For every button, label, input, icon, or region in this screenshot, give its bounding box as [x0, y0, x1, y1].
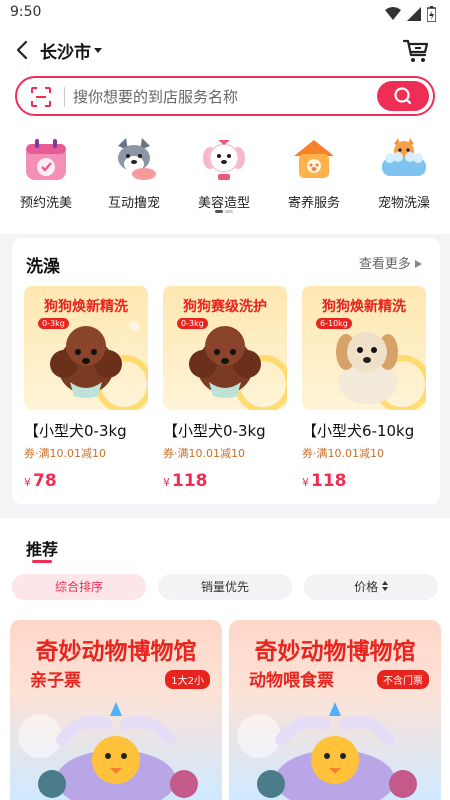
city-selector[interactable]: 长沙市 — [40, 38, 102, 63]
card-headline: 狗狗焕新精洗 — [44, 299, 128, 315]
title-underline — [32, 560, 52, 563]
sort-icon — [381, 581, 388, 591]
category-item-boarding[interactable]: 寄养服务 — [274, 136, 354, 211]
service-card[interactable]: 狗狗焕新精洗 6-10kg 【小型犬6-10kg 券·满10.01减10 ¥11… — [302, 286, 426, 491]
coupon-text: 券·满10.01减10 — [24, 447, 106, 460]
tab-price-label: 价格 — [354, 580, 379, 594]
caret-down-icon — [94, 47, 102, 53]
scan-icon[interactable] — [31, 87, 51, 107]
coupon-text: 券·满10.01减10 — [163, 447, 245, 460]
category-nav: 预约洗美 互动撸宠 美容造型 寄养服务 宠物洗澡 — [0, 124, 450, 234]
price: ¥78 — [24, 471, 57, 491]
category-label: 寄养服务 — [287, 196, 340, 211]
battery-icon — [427, 6, 436, 22]
service-image: 狗狗赛级洗护 0-3kg — [163, 286, 287, 410]
product-card[interactable]: 奇妙动物博物馆 动物喂食票 不含门票 — [229, 620, 441, 800]
service-card[interactable]: 狗狗焕新精洗 0-3kg 【小型犬0-3kg 券·满10.01减10 ¥78 — [24, 286, 148, 491]
see-more-link[interactable]: 查看更多 — [359, 253, 422, 272]
search-divider — [64, 87, 65, 107]
search-input[interactable]: 搜你想要的到店服务名称 — [73, 86, 238, 107]
search-icon — [394, 87, 412, 105]
service-image: 狗狗焕新精洗 0-3kg — [24, 286, 148, 410]
coupon-text: 券·满10.01减10 — [302, 447, 384, 460]
category-label: 预约洗美 — [19, 196, 72, 211]
triangle-right-icon — [415, 260, 422, 268]
product-badge: 不含门票 — [377, 670, 429, 689]
tab-sales[interactable]: 销量优先 — [158, 574, 292, 600]
wifi-icon — [385, 7, 401, 20]
category-label: 互动撸宠 — [107, 196, 160, 211]
bathtub-cat-icon — [382, 138, 426, 176]
category-item-interactive[interactable]: 互动撸宠 — [94, 136, 174, 211]
weight-tag: 6-10kg — [316, 318, 352, 329]
cart-icon[interactable] — [402, 36, 430, 64]
product-subtitle: 亲子票 — [30, 671, 81, 691]
back-arrow-icon[interactable] — [12, 38, 34, 62]
service-card[interactable]: 狗狗赛级洗护 0-3kg 【小型犬0-3kg 券·满10.01减10 ¥118 — [163, 286, 287, 491]
recommend-section: 推荐 综合排序 销量优先 价格 奇妙动物博物馆 亲子票 1大2小 奇妙动物博物馆… — [0, 518, 450, 800]
category-item-appointment[interactable]: 预约洗美 — [6, 136, 86, 211]
dog-hand-icon — [118, 138, 156, 180]
top-bar: 长沙市 — [0, 28, 450, 74]
category-label: 宠物洗澡 — [377, 196, 430, 211]
city-label: 长沙市 — [40, 43, 91, 63]
search-bar[interactable]: 搜你想要的到店服务名称 — [15, 76, 435, 116]
signal-icon — [407, 7, 421, 21]
category-item-grooming[interactable]: 美容造型 — [184, 136, 264, 211]
price: ¥118 — [163, 471, 208, 491]
card-headline: 狗狗赛级洗护 — [183, 299, 267, 315]
grooming-dog-icon — [203, 140, 245, 180]
tab-price[interactable]: 价格 — [304, 574, 438, 600]
product-title: 奇妙动物博物馆 — [35, 639, 197, 665]
status-time: 9:50 — [10, 4, 42, 20]
service-name: 【小型犬0-3kg — [24, 422, 127, 440]
product-badge: 1大2小 — [165, 670, 210, 689]
see-more-label: 查看更多 — [358, 257, 411, 272]
price: ¥118 — [302, 471, 347, 491]
category-label: 美容造型 — [197, 196, 250, 211]
wash-section: 洗澡 查看更多 狗狗焕新精洗 0-3kg 【小型犬0-3kg 券·满10.01减… — [12, 238, 440, 504]
status-bar: 9:50 — [0, 0, 450, 28]
product-subtitle: 动物喂食票 — [249, 671, 334, 691]
service-image: 狗狗焕新精洗 6-10kg — [302, 286, 426, 410]
card-headline: 狗狗焕新精洗 — [322, 299, 406, 315]
service-name: 【小型犬6-10kg — [302, 422, 415, 440]
section-title: 洗澡 — [26, 257, 60, 277]
weight-tag: 0-3kg — [38, 318, 69, 329]
search-area: 搜你想要的到店服务名称 — [0, 74, 450, 124]
calendar-icon — [26, 139, 66, 180]
service-name: 【小型犬0-3kg — [163, 422, 266, 440]
tab-overall[interactable]: 综合排序 — [12, 574, 146, 600]
page-indicator — [215, 210, 233, 213]
product-title: 奇妙动物博物馆 — [254, 639, 416, 665]
search-button[interactable] — [377, 81, 429, 111]
section-title: 推荐 — [26, 540, 59, 559]
category-item-bath[interactable]: 宠物洗澡 — [364, 136, 444, 211]
status-icons — [385, 6, 436, 22]
pet-house-icon — [294, 140, 334, 178]
weight-tag: 0-3kg — [177, 318, 208, 329]
product-card[interactable]: 奇妙动物博物馆 亲子票 1大2小 — [10, 620, 222, 800]
